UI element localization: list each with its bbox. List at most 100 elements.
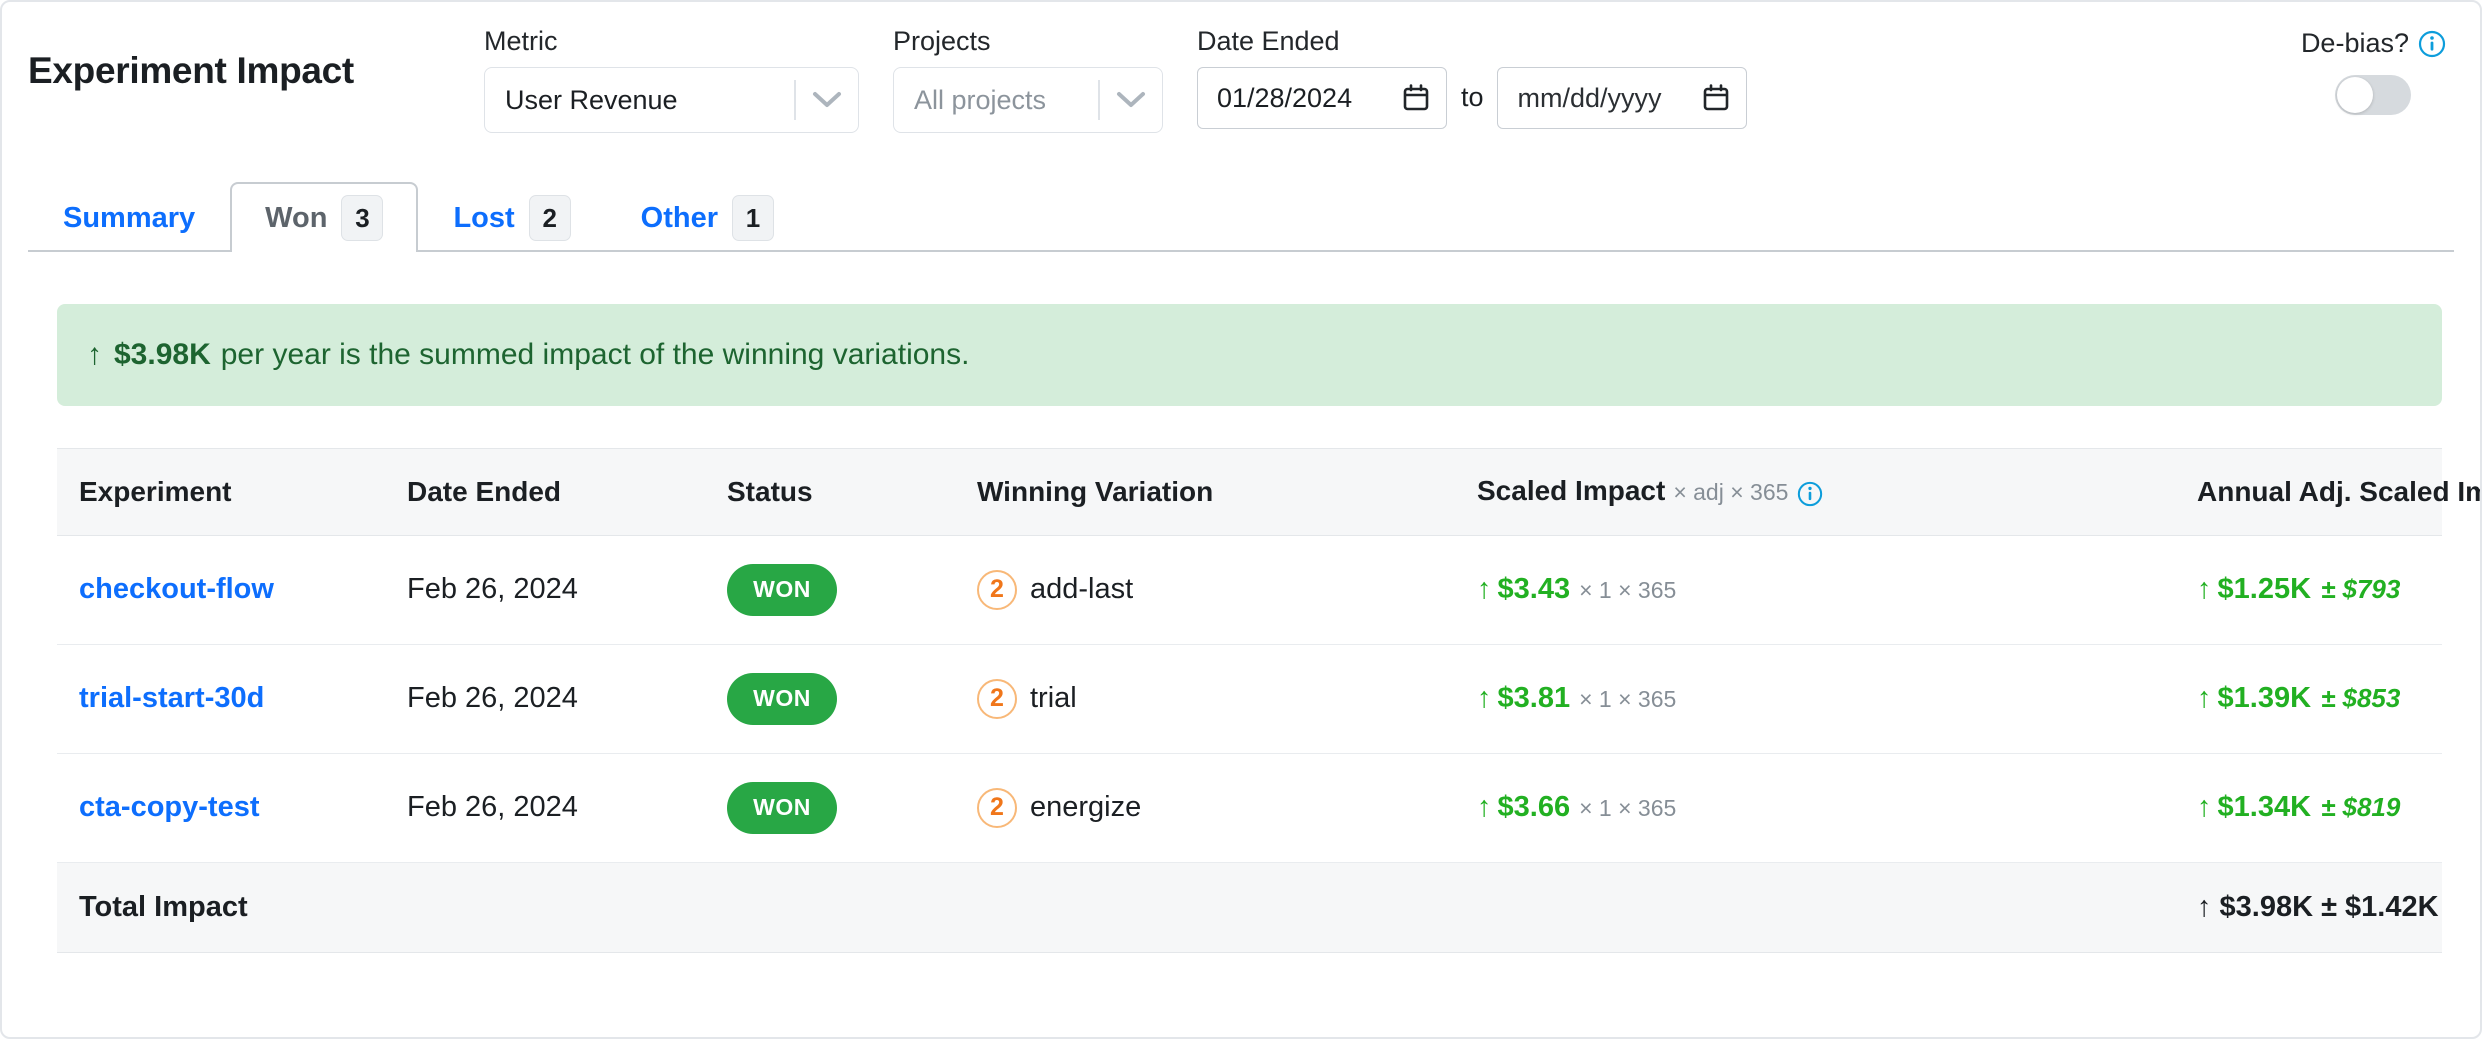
debias-label: De-bias? bbox=[2300, 28, 2409, 58]
scaled-impact-multiplier: × 1 × 365 bbox=[1579, 795, 1677, 822]
table-row[interactable]: checkout-flow Feb 26, 2024 WON 2 add-las… bbox=[57, 535, 2442, 645]
chevron-down-icon[interactable] bbox=[796, 91, 858, 109]
tab-other-label: Other bbox=[640, 201, 719, 234]
projects-label: Projects bbox=[892, 26, 991, 56]
projects-select[interactable]: All projects bbox=[892, 67, 1163, 133]
cell-winning-variation: 2 energize bbox=[977, 753, 1477, 863]
metric-select[interactable]: User Revenue bbox=[483, 67, 859, 133]
cell-scaled-impact: ↑ $3.66 × 1 × 365 bbox=[1477, 753, 2197, 863]
cell-experiment: checkout-flow bbox=[57, 535, 407, 645]
tab-summary[interactable]: Summary bbox=[28, 182, 230, 252]
annual-impact-confidence: ± $793 bbox=[2321, 574, 2401, 605]
status-badge: WON bbox=[727, 781, 837, 834]
projects-field: Projects All projects bbox=[892, 26, 1163, 133]
metric-value: User Revenue bbox=[504, 84, 678, 115]
arrow-up-icon: ↑ bbox=[1477, 791, 1492, 824]
scaled-impact-multiplier: × 1 × 365 bbox=[1579, 686, 1677, 713]
tab-other[interactable]: Other 1 bbox=[606, 182, 809, 252]
scaled-impact-value: $3.66 bbox=[1497, 791, 1571, 824]
summary-banner-amount: $3.98K bbox=[114, 338, 211, 371]
scaled-impact-multiplier: × 1 × 365 bbox=[1579, 577, 1677, 604]
arrow-up-icon: ↑ bbox=[2197, 890, 2212, 923]
metric-field: Metric User Revenue bbox=[483, 26, 859, 133]
cell-scaled-impact: ↑ $3.81 × 1 × 365 bbox=[1477, 644, 2197, 754]
variation-number-badge: 2 bbox=[977, 787, 1017, 828]
annual-impact-value: $1.34K bbox=[2217, 791, 2312, 824]
date-range-group: 01/28/2024 to mm/dd/yyyy bbox=[1196, 67, 1748, 129]
impact-table-foot: Total Impact ↑ $3.98K ± $1.42K bbox=[57, 861, 2442, 952]
total-spacer-4 bbox=[1477, 861, 2197, 952]
cell-experiment: cta-copy-test bbox=[57, 753, 407, 863]
page-title: Experiment Impact bbox=[28, 50, 354, 91]
total-spacer-3 bbox=[977, 861, 1477, 952]
th-date-ended: Date Ended bbox=[407, 449, 727, 536]
experiment-impact-page: Experiment Impact Metric User Revenue Pr… bbox=[0, 0, 2482, 1039]
th-scaled-impact-label: Scaled Impact bbox=[1477, 475, 1666, 506]
arrow-up-icon: ↑ bbox=[2197, 791, 2212, 824]
variation-number-badge: 2 bbox=[977, 569, 1017, 610]
summary-banner: ↑ $3.98K per year is the summed impact o… bbox=[57, 304, 2442, 406]
cell-scaled-impact: ↑ $3.43 × 1 × 365 bbox=[1477, 535, 2197, 645]
info-circle-icon[interactable] bbox=[2418, 30, 2446, 58]
debias-toggle[interactable] bbox=[2335, 75, 2412, 115]
th-scaled-impact: Scaled Impact × adj × 365 bbox=[1477, 449, 2197, 536]
arrow-up-icon: ↑ bbox=[2197, 682, 2212, 715]
date-ended-label: Date Ended bbox=[1196, 26, 1340, 56]
cell-date-ended: Feb 26, 2024 bbox=[407, 753, 727, 863]
experiment-link[interactable]: cta-copy-test bbox=[79, 791, 260, 823]
experiment-link[interactable]: trial-start-30d bbox=[79, 682, 264, 714]
table-row[interactable]: trial-start-30d Feb 26, 2024 WON 2 trial… bbox=[57, 644, 2442, 754]
status-badge: WON bbox=[727, 672, 837, 725]
scaled-impact-value: $3.81 bbox=[1497, 682, 1571, 715]
cell-annual-impact: ↑ $1.25K ± $793 bbox=[2197, 535, 2442, 645]
annual-impact-confidence: ± $853 bbox=[2321, 683, 2401, 714]
calendar-icon[interactable] bbox=[1403, 84, 1429, 112]
debias-toggle-knob bbox=[2337, 77, 2374, 113]
arrow-up-icon: ↑ bbox=[2197, 573, 2212, 606]
calendar-icon[interactable] bbox=[1703, 84, 1729, 112]
info-circle-icon[interactable] bbox=[1797, 477, 1823, 508]
cell-date-ended: Feb 26, 2024 bbox=[407, 535, 727, 645]
tab-other-count: 1 bbox=[732, 195, 775, 241]
debias-label-row: De-bias? bbox=[2301, 28, 2446, 59]
result-tabs: Summary Won 3 Lost 2 Other 1 bbox=[28, 182, 2480, 252]
annual-impact-value: $1.25K bbox=[2217, 573, 2312, 606]
total-impact-value: $3.98K ± $1.42K bbox=[2219, 890, 2439, 923]
variation-name: trial bbox=[1030, 682, 1077, 715]
tab-won[interactable]: Won 3 bbox=[230, 182, 419, 252]
date-from-input[interactable]: 01/28/2024 bbox=[1196, 67, 1447, 129]
page-header: Experiment Impact Metric User Revenue Pr… bbox=[2, 2, 2480, 182]
arrow-up-icon: ↑ bbox=[1477, 682, 1492, 715]
date-from-value: 01/28/2024 bbox=[1216, 82, 1353, 113]
arrow-up-icon: ↑ bbox=[87, 338, 102, 371]
tab-summary-label: Summary bbox=[63, 201, 196, 234]
tab-won-label: Won bbox=[265, 201, 328, 234]
cell-winning-variation: 2 trial bbox=[977, 644, 1477, 754]
experiment-link[interactable]: checkout-flow bbox=[79, 573, 274, 605]
cell-date-ended: Feb 26, 2024 bbox=[407, 644, 727, 754]
th-experiment: Experiment bbox=[57, 449, 407, 536]
date-to-input[interactable]: mm/dd/yyyy bbox=[1497, 67, 1748, 129]
tab-lost-label: Lost bbox=[453, 201, 515, 234]
debias-control: De-bias? bbox=[2301, 28, 2446, 115]
cell-experiment: trial-start-30d bbox=[57, 644, 407, 754]
variation-number-badge: 2 bbox=[977, 678, 1017, 719]
date-to-value: mm/dd/yyyy bbox=[1517, 82, 1662, 113]
tab-lost[interactable]: Lost 2 bbox=[418, 182, 605, 252]
th-winning-variation: Winning Variation bbox=[977, 449, 1477, 536]
status-badge: WON bbox=[727, 563, 837, 616]
cell-winning-variation: 2 add-last bbox=[977, 535, 1477, 645]
filter-controls: Metric User Revenue Projects All project… bbox=[483, 26, 1748, 133]
th-scaled-impact-sub: × adj × 365 bbox=[1673, 479, 1789, 505]
summary-banner-text: ↑ $3.98K per year is the summed impact o… bbox=[87, 338, 969, 372]
scaled-impact-value: $3.43 bbox=[1497, 573, 1571, 606]
th-annual-adj-scaled-impact: Annual Adj. Scaled Impact bbox=[2197, 449, 2480, 536]
table-row[interactable]: cta-copy-test Feb 26, 2024 WON 2 energiz… bbox=[57, 753, 2442, 863]
total-impact-label: Total Impact bbox=[57, 861, 407, 952]
arrow-up-icon: ↑ bbox=[1477, 573, 1492, 606]
metric-label: Metric bbox=[483, 26, 558, 56]
date-range-separator: to bbox=[1460, 82, 1484, 112]
impact-table-head: Experiment Date Ended Status Winning Var… bbox=[57, 449, 2480, 536]
chevron-down-icon[interactable] bbox=[1100, 91, 1162, 109]
projects-value: All projects bbox=[913, 84, 1046, 115]
